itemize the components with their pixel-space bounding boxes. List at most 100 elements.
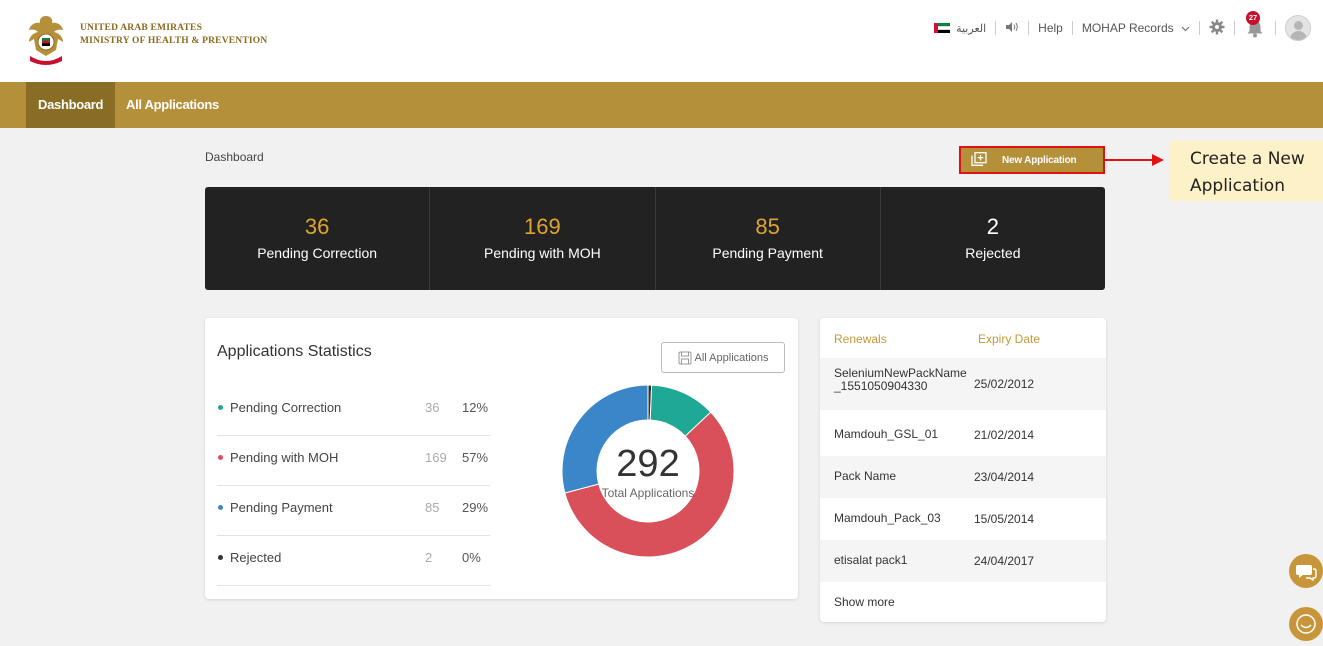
stat-pending-payment[interactable]: 85 Pending Payment [656, 187, 881, 290]
chat-icon [1296, 565, 1317, 582]
legend-dot [218, 455, 223, 460]
brand-line-2: MINISTRY OF HEALTH & PREVENTION [80, 36, 268, 46]
mohap-records-menu[interactable]: MOHAP Records [1082, 21, 1190, 35]
legend-row: Pending Payment 85 29% [217, 486, 490, 536]
legend-label: Pending with MOH [230, 450, 339, 465]
notifications-button[interactable]: 27 [1244, 11, 1266, 39]
nav-dashboard[interactable]: Dashboard [26, 82, 116, 128]
renewal-name: etisalat pack1 [834, 553, 908, 567]
card-title: Applications Statistics [217, 343, 372, 360]
add-document-icon [971, 151, 987, 169]
new-application-label: New Application [1002, 154, 1077, 166]
renewal-row[interactable]: SeleniumNewPackName _1551050904330 25/02… [820, 358, 1106, 410]
renewal-row[interactable]: Pack Name 23/04/2014 [820, 456, 1106, 498]
stat-pending-correction[interactable]: 36 Pending Correction [205, 187, 431, 290]
divider [995, 21, 997, 35]
legend-label: Rejected [230, 550, 282, 565]
annotation-callout: Create a New Application [1170, 141, 1323, 201]
stat-value: 169 [524, 214, 561, 239]
divider [1071, 21, 1073, 35]
legend-dot [218, 555, 223, 560]
gear-icon[interactable] [1209, 19, 1225, 38]
legend-row: Rejected 2 0% [217, 536, 490, 586]
legend-row: Pending with MOH 169 57% [217, 436, 490, 486]
top-header: UNITED ARAB EMIRATES MINISTRY OF HEALTH … [0, 0, 1323, 82]
help-link[interactable]: Help [1038, 21, 1063, 35]
legend-percent: 0% [462, 550, 481, 565]
renewal-row[interactable]: Mamdouh_GSL_01 21/02/2014 [820, 414, 1106, 456]
renewal-expiry-date: 15/05/2014 [974, 512, 1035, 526]
renewals-card: Renewals Expiry Date SeleniumNewPackName… [820, 318, 1106, 622]
header-actions: العربية Help MOHAP Records 27 [934, 11, 1311, 44]
ministry-brand: UNITED ARAB EMIRATES MINISTRY OF HEALTH … [80, 22, 267, 48]
legend-dot [218, 505, 223, 510]
applications-statistics-card: Applications Statistics All Applications… [205, 318, 798, 599]
renewal-row[interactable]: etisalat pack1 24/04/2017 [820, 540, 1106, 582]
support-icon [1296, 614, 1316, 634]
divider [1275, 21, 1276, 35]
stat-value: 2 [986, 214, 999, 239]
user-avatar[interactable] [1285, 15, 1311, 41]
renewal-expiry-date: 23/04/2014 [974, 470, 1035, 484]
renewals-column-header: Renewals [834, 332, 887, 346]
save-icon [678, 351, 691, 364]
language-toggle[interactable]: العربية [956, 22, 986, 35]
callout-line-2: Application [1190, 176, 1285, 196]
mohap-records-label: MOHAP Records [1081, 21, 1174, 35]
renewal-name: Pack Name [834, 469, 897, 483]
uae-flag-icon [934, 23, 951, 33]
renewal-name: Mamdouh_Pack_03 [834, 511, 941, 525]
legend-row: Pending Correction 36 12% [217, 386, 490, 436]
legend-count: 85 [425, 500, 440, 515]
all-applications-button[interactable]: All Applications [661, 342, 785, 373]
show-more-link[interactable]: Show more [834, 595, 895, 609]
renewal-name: SeleniumNewPackName _1551050904330 [834, 367, 967, 393]
breadcrumb: Dashboard [205, 150, 264, 164]
legend-label: Pending Correction [230, 400, 342, 415]
nav-all-applications[interactable]: All Applications [114, 82, 231, 128]
divider [1199, 21, 1200, 35]
renewal-expiry-date: 24/04/2017 [974, 554, 1035, 568]
stat-value: 85 [755, 214, 780, 239]
total-applications-caption: Total Applications [601, 486, 695, 500]
support-button[interactable] [1289, 607, 1323, 641]
legend-count: 169 [425, 450, 447, 465]
legend-label: Pending Payment [230, 500, 333, 515]
divider [1028, 21, 1030, 35]
stat-label: Pending Correction [257, 245, 378, 261]
stat-value: 36 [304, 214, 330, 239]
renewal-row[interactable]: Mamdouh_Pack_03 15/05/2014 [820, 498, 1106, 540]
stat-label: Pending with MOH [484, 245, 601, 261]
renewal-name-line-2: _1551050904330 [834, 379, 928, 393]
legend-percent: 57% [462, 450, 489, 465]
callout-arrow-head [1152, 154, 1164, 166]
callout-line-1: Create a New [1190, 149, 1305, 169]
brand-line-1: UNITED ARAB EMIRATES [80, 23, 203, 33]
chat-button[interactable] [1289, 554, 1323, 588]
all-applications-label: All Applications [694, 351, 769, 364]
callout-arrow-line [1105, 159, 1155, 161]
main-navbar: Dashboard All Applications [0, 82, 1323, 128]
stat-label: Pending Payment [712, 245, 823, 261]
legend-percent: 12% [462, 400, 489, 415]
renewal-expiry-date: 25/02/2012 [974, 377, 1035, 391]
chevron-down-icon [1181, 21, 1190, 35]
notification-count-badge: 27 [1246, 11, 1260, 25]
legend-percent: 29% [462, 500, 489, 515]
stat-label: Rejected [965, 245, 1021, 261]
legend-count: 2 [425, 550, 433, 565]
renewal-name: Mamdouh_GSL_01 [834, 427, 939, 441]
new-application-button[interactable]: New Application [959, 146, 1105, 174]
stat-pending-with-moh[interactable]: 169 Pending with MOH [430, 187, 656, 290]
uae-emblem-logo[interactable] [24, 12, 68, 68]
speaker-icon[interactable] [1005, 21, 1019, 36]
divider [1234, 21, 1235, 35]
legend-count: 36 [425, 400, 440, 415]
renewal-name-line-1: SeleniumNewPackName [834, 366, 967, 380]
expiry-date-column-header: Expiry Date [978, 332, 1041, 346]
stat-rejected[interactable]: 2 Rejected [881, 187, 1105, 290]
legend-dot [218, 405, 223, 410]
status-summary-bar: 36 Pending Correction 169 Pending with M… [205, 187, 1105, 290]
total-applications-value: 292 [616, 443, 680, 485]
renewal-expiry-date: 21/02/2014 [974, 428, 1035, 442]
